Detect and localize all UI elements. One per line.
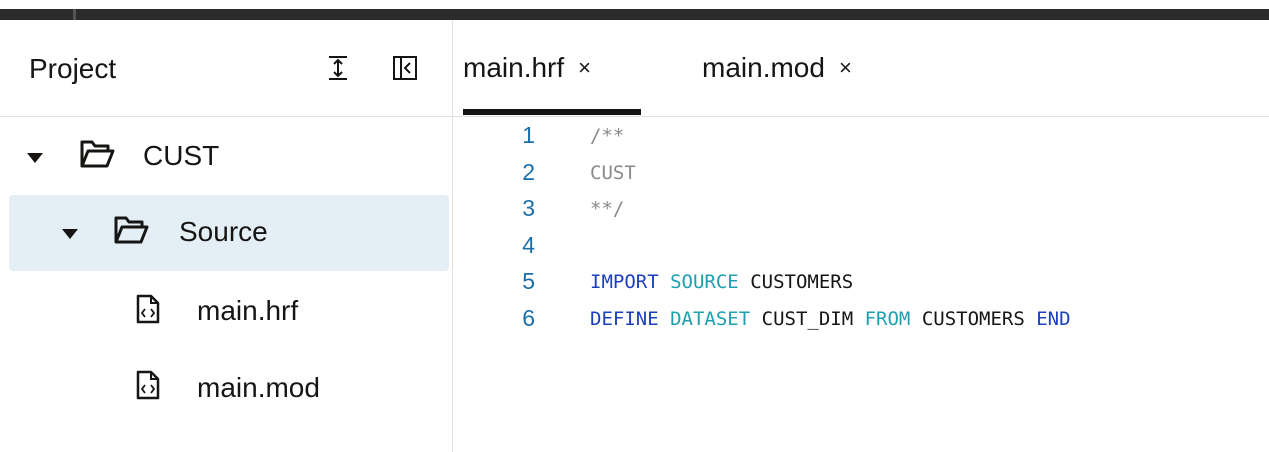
tree-item-label: main.hrf (197, 295, 299, 326)
code-file-icon (136, 370, 160, 400)
code-token: IMPORT (590, 271, 659, 293)
top-band (0, 9, 1269, 20)
code-text: DEFINE DATASET CUST_DIM FROM CUSTOMERS E… (590, 308, 1071, 330)
code-token: FROM (864, 307, 911, 330)
code-line[interactable]: 3 **/ (453, 193, 1269, 229)
code-line[interactable]: 5 IMPORT SOURCE CUSTOMERS (453, 266, 1269, 302)
code-text: /** (590, 125, 624, 147)
code-token: /** (590, 125, 625, 147)
code-line[interactable]: 4 (453, 230, 1269, 266)
project-sidebar: Project CUST Source main.hrf main.mod (0, 20, 453, 452)
code-token: SOURCE (670, 271, 739, 293)
folder-open-icon (114, 216, 149, 244)
expand-all-icon (329, 56, 347, 80)
code-line[interactable]: 2 CUST (453, 157, 1269, 193)
active-tab-indicator (463, 109, 641, 115)
code-token: CUST_DIM (761, 307, 854, 330)
collapse-panel-icon (393, 56, 417, 80)
tree-item-label: Source (179, 216, 268, 247)
code-text: IMPORT SOURCE CUSTOMERS (590, 271, 853, 293)
collapse-panel-button[interactable] (389, 52, 421, 84)
caret-down-icon[interactable] (61, 227, 79, 241)
expand-all-button[interactable] (322, 52, 354, 84)
tab-main-mod[interactable]: main.mod × (702, 20, 852, 116)
code-editor: main.hrf × main.mod × 1 /** 2 CUST 3 **/ 4 5 IMP… (453, 20, 1269, 452)
tab-label: main.mod (702, 52, 825, 83)
code-token: CUST (590, 161, 636, 184)
line-number: 4 (522, 231, 535, 258)
tab-main-hrf[interactable]: main.hrf × (463, 20, 591, 116)
sidebar-title: Project (29, 53, 117, 84)
line-number: 1 (522, 122, 535, 148)
line-number: 2 (522, 158, 535, 185)
tree-item-label: main.mod (197, 372, 320, 403)
tab-label: main.hrf (463, 52, 565, 83)
code-token: **/ (590, 198, 625, 220)
tree-item-main-mod[interactable]: main.mod (9, 350, 449, 426)
close-icon[interactable]: × (839, 55, 852, 81)
code-file-icon (136, 294, 160, 324)
code-text: CUST (590, 162, 636, 184)
tree-item-cust[interactable]: CUST (9, 118, 449, 194)
sidebar-header: Project (0, 20, 452, 117)
window-top-bar (0, 0, 1269, 20)
editor-tab-bar: main.hrf × main.mod × (453, 20, 1269, 117)
tree-item-source[interactable]: Source (9, 195, 449, 271)
line-number: 6 (522, 304, 535, 331)
code-token: DEFINE (590, 307, 659, 330)
code-token: CUSTOMERS (921, 307, 1025, 330)
caret-down-icon[interactable] (26, 151, 44, 165)
line-number: 5 (522, 268, 535, 294)
code-line[interactable]: 1 /** (453, 120, 1269, 156)
line-number: 3 (522, 195, 535, 221)
code-token: DATASET (670, 307, 751, 330)
tree-item-main-hrf[interactable]: main.hrf (9, 273, 449, 349)
code-token: END (1036, 307, 1071, 330)
code-text: **/ (590, 198, 624, 220)
top-band-divider (73, 9, 76, 20)
close-icon[interactable]: × (578, 55, 591, 81)
code-line[interactable]: 6 DEFINE DATASET CUST_DIM FROM CUSTOMERS … (453, 303, 1269, 339)
folder-open-icon (80, 140, 115, 168)
tree-item-label: CUST (143, 140, 220, 171)
code-token: CUSTOMERS (750, 271, 854, 293)
